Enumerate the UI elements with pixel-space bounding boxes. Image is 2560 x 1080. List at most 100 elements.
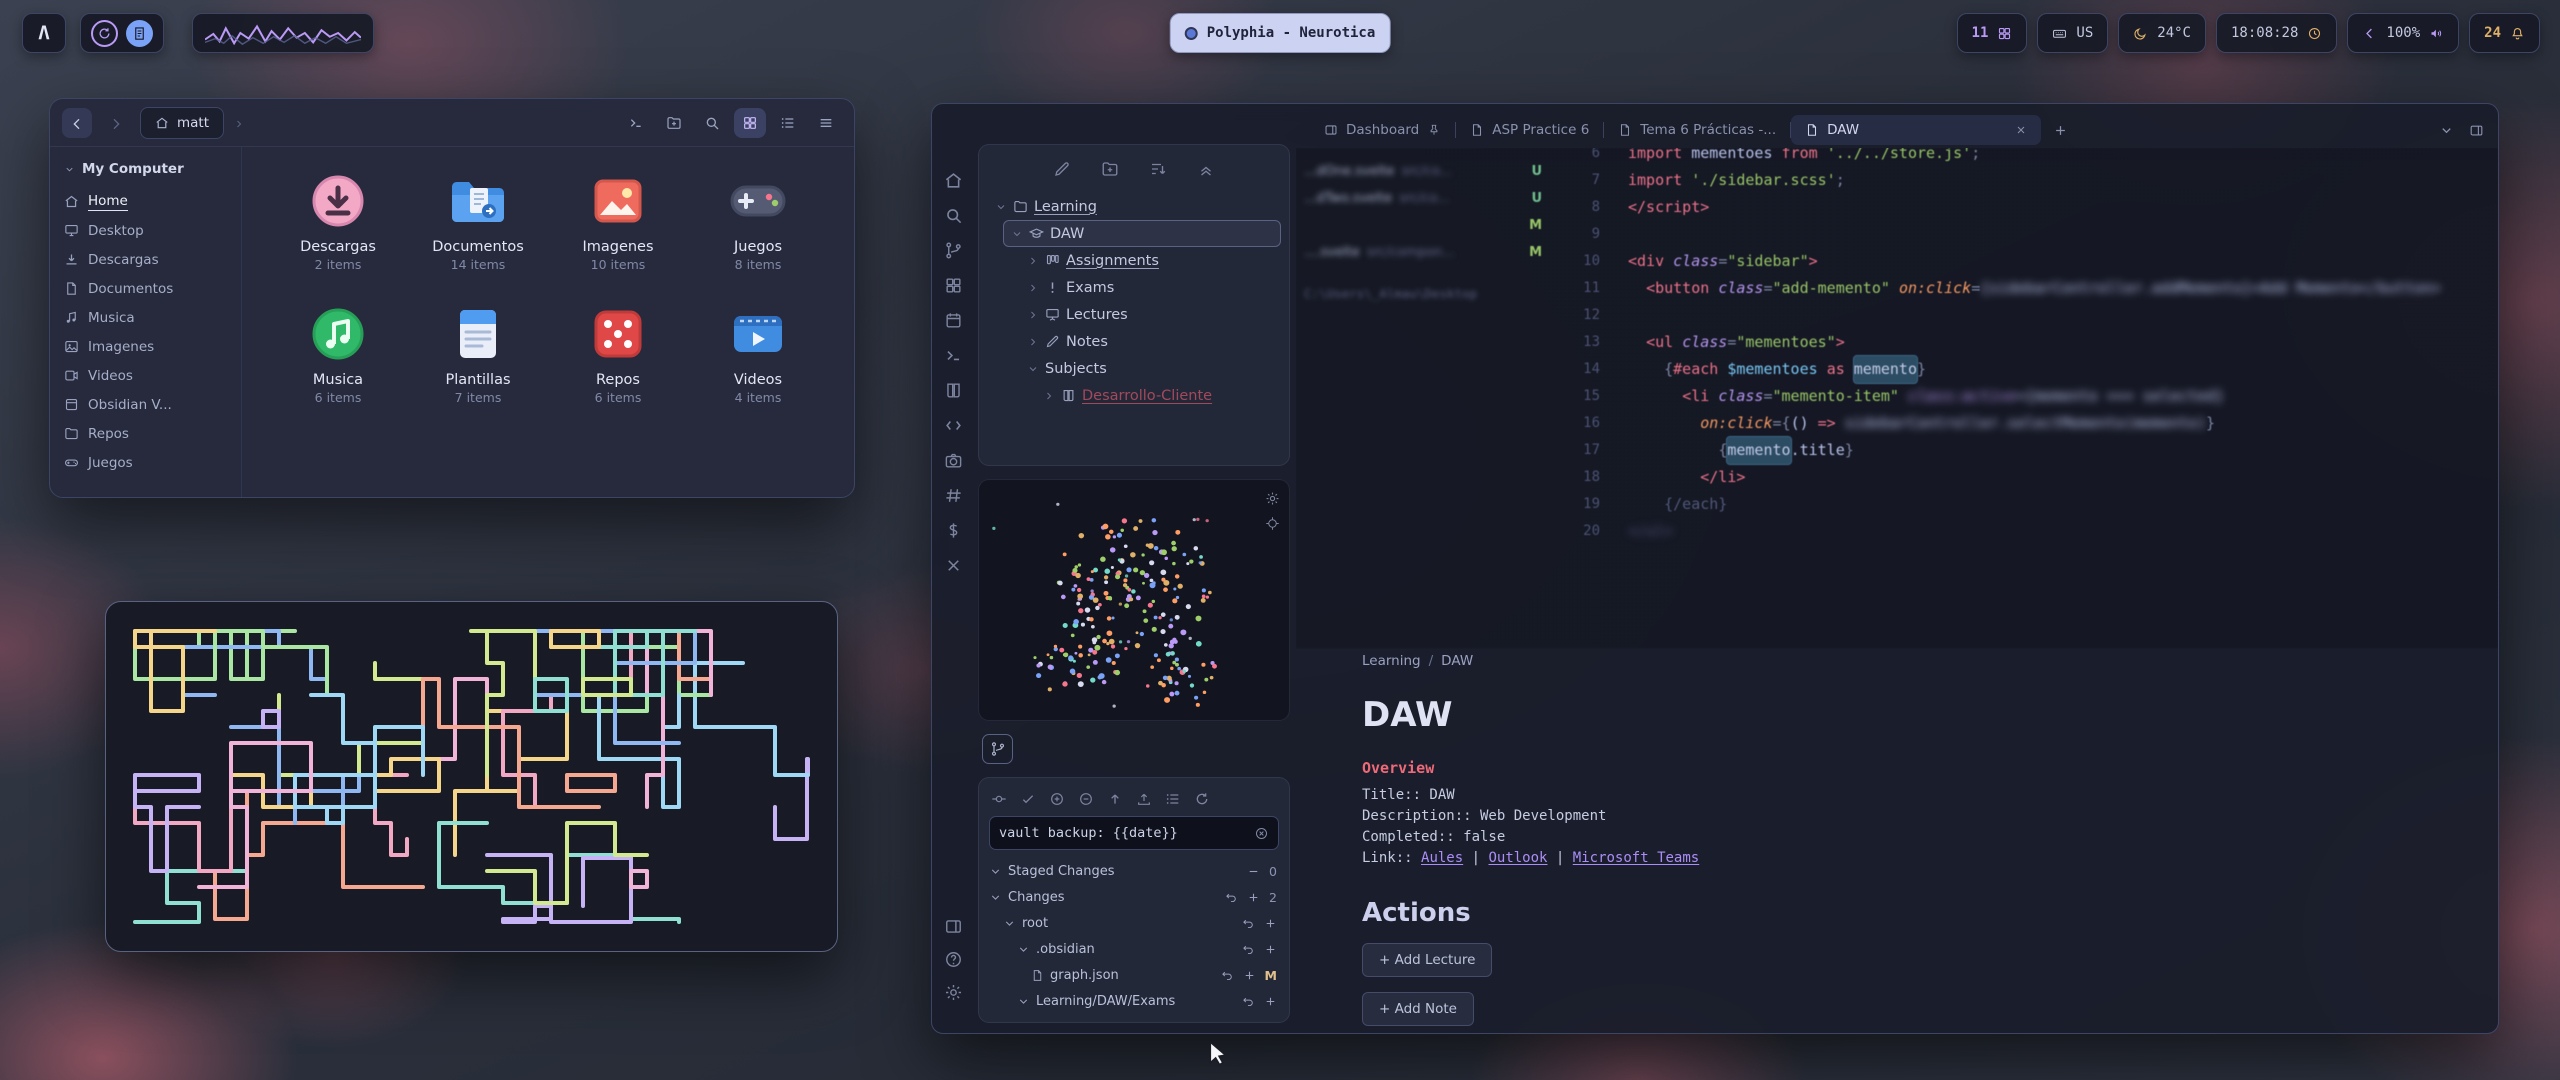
ribbon-search-button[interactable]: [944, 205, 963, 225]
breadcrumb-daw[interactable]: DAW: [1441, 653, 1473, 669]
note-link-aules[interactable]: Aules: [1421, 850, 1463, 866]
tree-item-notes[interactable]: Notes: [1019, 328, 1281, 355]
breadcrumb[interactable]: matt: [140, 107, 224, 139]
tab-tema-6-pr-cticas[interactable]: Tema 6 Prácticas -...: [1604, 115, 1790, 145]
git-check-button[interactable]: [1020, 788, 1036, 807]
new-tab-button[interactable]: [2053, 123, 2068, 138]
tab-close-button[interactable]: [2015, 124, 2027, 136]
sidebar-section-title[interactable]: My Computer: [64, 161, 233, 177]
git-plus-circle-button[interactable]: [1049, 788, 1065, 807]
breadcrumb-learning[interactable]: Learning: [1362, 653, 1421, 669]
ribbon-gear-button[interactable]: [944, 982, 963, 1002]
ribbon-home-button[interactable]: [944, 170, 963, 190]
ribbon-book-button[interactable]: [944, 380, 963, 400]
ribbon-dollar-button[interactable]: [944, 520, 963, 540]
git-row-changes[interactable]: Changes2: [989, 884, 1279, 910]
folder-musica[interactable]: Musica 6 items: [268, 302, 408, 405]
git-upload-button[interactable]: [1136, 788, 1152, 807]
back-button[interactable]: [62, 108, 92, 138]
fm-sidebar-item-home[interactable]: Home: [64, 187, 233, 216]
explorer-new-note-button[interactable]: [1053, 158, 1071, 178]
fm-sidebar-item-documentos[interactable]: Documentos: [64, 274, 233, 303]
ribbon-hash-button[interactable]: [944, 485, 963, 505]
fm-sidebar-item-repos[interactable]: Repos: [64, 419, 233, 448]
ribbon-calendar-button[interactable]: [944, 310, 963, 330]
ribbon-code-button[interactable]: [944, 415, 963, 435]
scm-file-row[interactable]: ...dOne.sveltesrc/co... U: [1304, 158, 1554, 185]
explorer-new-folder-button[interactable]: [1101, 158, 1119, 178]
note-link-microsoft-teams[interactable]: Microsoft Teams: [1573, 850, 1699, 866]
fm-tool-grid[interactable]: [734, 108, 766, 138]
notifications-widget[interactable]: 24: [2469, 13, 2540, 53]
clock-widget[interactable]: 18:08:28: [2216, 13, 2337, 53]
fm-sidebar-item-desktop[interactable]: Desktop: [64, 216, 233, 245]
workspace-widget[interactable]: 11: [1957, 13, 2028, 53]
note-link-outlook[interactable]: Outlook: [1488, 850, 1547, 866]
git-view-button[interactable]: [982, 734, 1013, 764]
explorer-sort-button[interactable]: [1149, 158, 1167, 178]
folder-imagenes[interactable]: Imagenes 10 items: [548, 169, 688, 272]
fm-sidebar-item-obsidian-v[interactable]: Obsidian V...: [64, 390, 233, 419]
tree-item-lectures[interactable]: Lectures: [1019, 301, 1281, 328]
tab-list-button[interactable]: [2439, 123, 2454, 138]
ribbon-help-button[interactable]: [944, 949, 963, 969]
ribbon-close-button[interactable]: [944, 555, 963, 575]
fm-tool-new-folder[interactable]: [658, 108, 690, 138]
tree-item-desarrollo-cliente[interactable]: Desarrollo-Cliente: [1035, 382, 1281, 409]
tree-item-daw[interactable]: DAW: [1003, 220, 1281, 247]
tree-item-subjects[interactable]: Subjects: [1019, 355, 1281, 382]
tree-item-learning[interactable]: Learning: [987, 193, 1281, 220]
tree-item-exams[interactable]: Exams: [1019, 274, 1281, 301]
git-row-graph-json[interactable]: graph.jsonM: [989, 962, 1279, 988]
git-list-button[interactable]: [1165, 788, 1181, 807]
tab-asp-practice-6[interactable]: ASP Practice 6: [1456, 115, 1603, 145]
git-commit-button[interactable]: [991, 788, 1007, 807]
scm-file-row[interactable]: ....sveltesrc/compon... M: [1304, 239, 1554, 266]
scm-file-row[interactable]: ...dTwo.sveltesrc/co... U: [1304, 185, 1554, 212]
tree-item-assignments[interactable]: Assignments: [1019, 247, 1281, 274]
system-graph-widget[interactable]: [192, 13, 374, 53]
graph-focus-button[interactable]: [1265, 513, 1280, 532]
weather-widget[interactable]: 24°C: [2118, 13, 2206, 53]
git-row-staged-changes[interactable]: Staged Changes0: [989, 858, 1279, 884]
volume-widget[interactable]: 100%: [2347, 13, 2459, 53]
keyboard-layout-widget[interactable]: US: [2037, 13, 2108, 53]
fm-tool-list[interactable]: [772, 108, 804, 138]
fm-sidebar-item-videos[interactable]: Videos: [64, 361, 233, 390]
ribbon-camera-button[interactable]: [944, 450, 963, 470]
folder-videos[interactable]: Videos 4 items: [688, 302, 828, 405]
folder-descargas[interactable]: Descargas 2 items: [268, 169, 408, 272]
action-button-add-lecture[interactable]: + Add Lecture: [1362, 943, 1492, 977]
ribbon-git-branch-button[interactable]: [944, 240, 963, 260]
git-refresh-button[interactable]: [1194, 788, 1210, 807]
folder-juegos[interactable]: Juegos 8 items: [688, 169, 828, 272]
git-row-obsidian[interactable]: .obsidian: [989, 936, 1279, 962]
fm-sidebar-item-imagenes[interactable]: Imagenes: [64, 332, 233, 361]
launcher-button[interactable]: Λ: [22, 13, 66, 53]
git-row-root[interactable]: root: [989, 910, 1279, 936]
folder-repos[interactable]: Repos 6 items: [548, 302, 688, 405]
git-minus-circle-button[interactable]: [1078, 788, 1094, 807]
tab-daw[interactable]: DAW: [1791, 115, 2041, 145]
toggle-right-sidebar-button[interactable]: [2469, 123, 2484, 138]
update-button[interactable]: [91, 20, 118, 47]
forward-button[interactable]: [101, 108, 131, 138]
ribbon-terminal-button[interactable]: [944, 345, 963, 365]
ribbon-grid-button[interactable]: [944, 275, 963, 295]
commit-message-field[interactable]: [989, 816, 1279, 850]
clear-message-button[interactable]: [1254, 826, 1269, 841]
fm-sidebar-item-descargas[interactable]: Descargas: [64, 245, 233, 274]
git-row-learning-daw-exams[interactable]: Learning/DAW/Exams: [989, 988, 1279, 1014]
graph-settings-button[interactable]: [1265, 488, 1280, 507]
commit-message-input[interactable]: [999, 825, 1246, 841]
now-playing-widget[interactable]: Polyphia - Neurotica: [1170, 13, 1391, 53]
fm-tool-terminal[interactable]: [620, 108, 652, 138]
folder-plantillas[interactable]: Plantillas 7 items: [408, 302, 548, 405]
fm-tool-search[interactable]: [696, 108, 728, 138]
tab-dashboard[interactable]: Dashboard: [1310, 115, 1455, 145]
folder-documentos[interactable]: Documentos 14 items: [408, 169, 548, 272]
fm-sidebar-item-musica[interactable]: Musica: [64, 303, 233, 332]
graph-canvas[interactable]: [979, 480, 1289, 720]
git-arrow-up-button[interactable]: [1107, 788, 1123, 807]
notes-button[interactable]: [126, 20, 153, 47]
